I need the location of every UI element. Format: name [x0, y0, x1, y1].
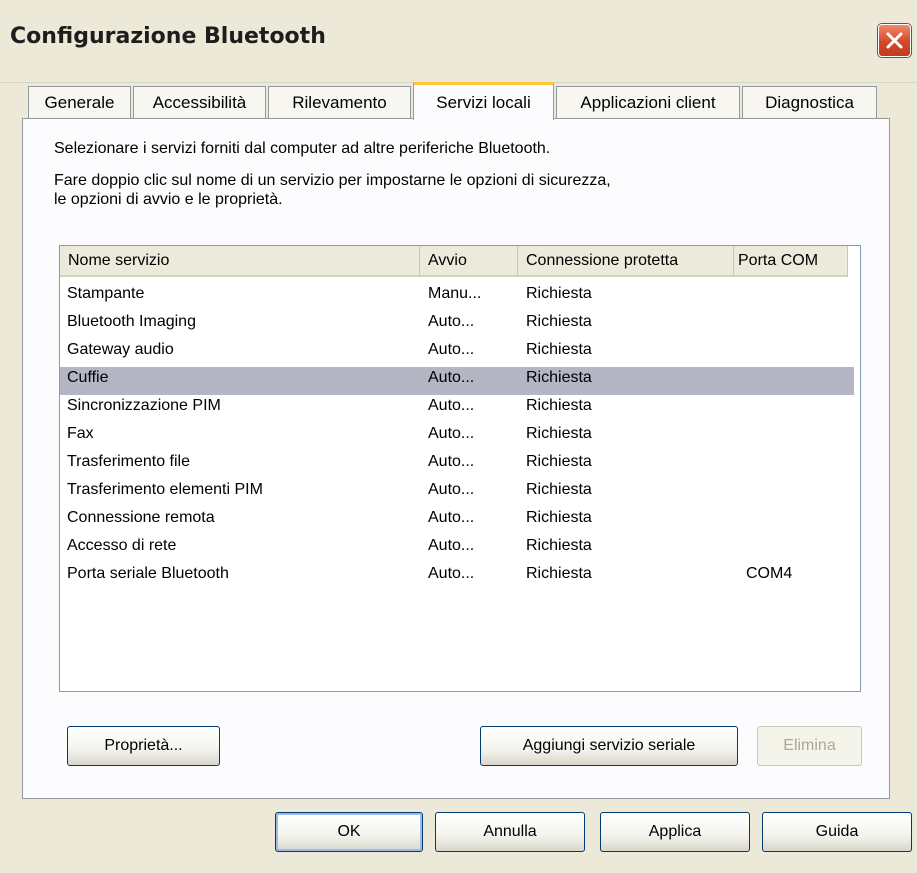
service-name: Porta seriale Bluetooth — [67, 565, 229, 582]
service-startup: Auto... — [428, 425, 475, 442]
service-secure-connection: Richiesta — [526, 509, 592, 526]
tab-accessibilita[interactable]: Accessibilità — [133, 86, 266, 118]
service-startup: Auto... — [428, 481, 475, 498]
description-line-1: Selezionare i servizi forniti dal comput… — [54, 140, 551, 157]
service-secure-connection: Richiesta — [526, 537, 592, 554]
service-secure-connection: Richiesta — [526, 453, 592, 470]
cancel-button[interactable]: Annulla — [435, 812, 585, 852]
add-serial-service-button[interactable]: Aggiungi servizio seriale — [480, 726, 738, 766]
service-com-port: COM4 — [746, 565, 793, 582]
column-header-connessione[interactable]: Connessione protetta — [518, 246, 734, 277]
service-name: Stampante — [67, 285, 145, 302]
list-item[interactable]: Connessione remota Auto... Richiesta — [60, 507, 854, 535]
service-name: Fax — [67, 425, 94, 442]
column-header-porta-com[interactable]: Porta COM — [734, 246, 848, 277]
service-startup: Auto... — [428, 397, 475, 414]
service-startup: Auto... — [428, 453, 475, 470]
close-button[interactable] — [878, 24, 911, 57]
list-item[interactable]: Sincronizzazione PIM Auto... Richiesta — [60, 395, 854, 423]
delete-button[interactable]: Elimina — [757, 726, 862, 766]
properties-button[interactable]: Proprietà... — [67, 726, 220, 766]
apply-button[interactable]: Applica — [600, 812, 750, 852]
close-icon — [886, 32, 903, 49]
service-startup: Auto... — [428, 341, 475, 358]
service-secure-connection: Richiesta — [526, 369, 592, 386]
list-item[interactable]: Fax Auto... Richiesta — [60, 423, 854, 451]
tab-label: Applicazioni client — [580, 92, 716, 112]
service-startup: Auto... — [428, 369, 475, 386]
tab-label: Rilevamento — [292, 92, 387, 112]
service-secure-connection: Richiesta — [526, 341, 592, 358]
bluetooth-settings-dialog: Configurazione Bluetooth Generale Access… — [0, 0, 917, 873]
header-label: Connessione protetta — [526, 251, 679, 269]
description-line-2: Fare doppio clic sul nome di un servizio… — [54, 172, 611, 189]
service-secure-connection: Richiesta — [526, 285, 592, 302]
column-header-avvio[interactable]: Avvio — [420, 246, 518, 277]
tab-rilevamento[interactable]: Rilevamento — [268, 86, 411, 118]
service-startup: Auto... — [428, 565, 475, 582]
service-name: Trasferimento file — [67, 453, 190, 470]
tab-label: Accessibilità — [152, 92, 247, 112]
service-startup: Auto... — [428, 537, 475, 554]
list-item[interactable]: Gateway audio Auto... Richiesta — [60, 339, 854, 367]
services-list[interactable]: Nome servizio Avvio Connessione protetta… — [59, 245, 861, 692]
window-title: Configurazione Bluetooth — [10, 24, 326, 49]
tab-label: Servizi locali — [436, 92, 531, 112]
service-secure-connection: Richiesta — [526, 397, 592, 414]
tab-applicazioni-client[interactable]: Applicazioni client — [556, 86, 740, 118]
header-label: Nome servizio — [68, 251, 170, 269]
help-button[interactable]: Guida — [762, 812, 912, 852]
list-item[interactable]: Trasferimento file Auto... Richiesta — [60, 451, 854, 479]
tab-label: Generale — [44, 92, 115, 112]
description-line-3: le opzioni di avvio e le proprietà. — [54, 191, 283, 208]
tab-generale[interactable]: Generale — [28, 86, 131, 118]
service-name: Connessione remota — [67, 509, 215, 526]
service-startup: Auto... — [428, 313, 475, 330]
service-name: Accesso di rete — [67, 537, 177, 554]
column-header-name[interactable]: Nome servizio — [60, 246, 420, 277]
tab-diagnostica[interactable]: Diagnostica — [742, 86, 877, 118]
title-bar[interactable]: Configurazione Bluetooth — [0, 0, 917, 83]
service-startup: Auto... — [428, 509, 475, 526]
tab-servizi-locali[interactable]: Servizi locali — [413, 82, 554, 120]
service-startup: Manu... — [428, 285, 482, 302]
service-name: Gateway audio — [67, 341, 174, 358]
service-secure-connection: Richiesta — [526, 481, 592, 498]
service-name: Bluetooth Imaging — [67, 313, 196, 330]
list-item[interactable]: Bluetooth Imaging Auto... Richiesta — [60, 311, 854, 339]
service-secure-connection: Richiesta — [526, 565, 592, 582]
service-name: Sincronizzazione PIM — [67, 397, 221, 414]
list-item[interactable]: Accesso di rete Auto... Richiesta — [60, 535, 854, 563]
list-item[interactable]: Trasferimento elementi PIM Auto... Richi… — [60, 479, 854, 507]
service-secure-connection: Richiesta — [526, 313, 592, 330]
list-item[interactable]: Porta seriale Bluetooth Auto... Richiest… — [60, 563, 854, 591]
tab-label: Diagnostica — [765, 92, 854, 112]
list-item[interactable]: Stampante Manu... Richiesta — [60, 283, 854, 311]
header-label: Porta COM — [738, 251, 819, 269]
service-name: Trasferimento elementi PIM — [67, 481, 263, 498]
ok-button[interactable]: OK — [275, 812, 423, 852]
service-secure-connection: Richiesta — [526, 425, 592, 442]
service-name: Cuffie — [67, 369, 109, 386]
header-label: Avvio — [428, 251, 467, 269]
list-item-selected[interactable]: Cuffie Auto... Richiesta — [60, 367, 854, 395]
